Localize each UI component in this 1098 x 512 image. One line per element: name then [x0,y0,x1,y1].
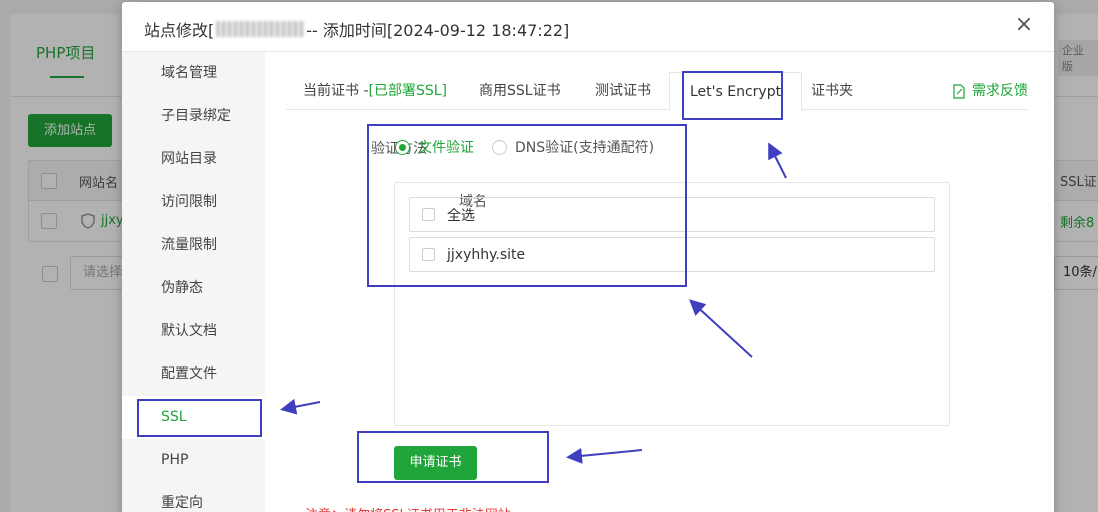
feedback-label: 需求反馈 [972,83,1028,99]
apply-cert-button[interactable]: 申请证书 [394,446,477,480]
tab-current-cert-label: 当前证书 - [303,83,369,99]
domain-item[interactable]: jjxyhhy.site [409,237,935,272]
dns-verify-label: DNS验证(支持通配符) [515,140,655,156]
sidebar-item-config[interactable]: 配置文件 [122,353,265,396]
edit-icon [953,83,965,99]
tab-test-cert[interactable]: 测试证书 [595,72,651,110]
verify-method-radios: 文件验证 DNS验证(支持通配符) [395,137,672,157]
sidebar-item-access-limit[interactable]: 访问限制 [122,181,265,224]
domain-list: 全选 jjxyhhy.site [394,182,950,426]
sidebar-item-php[interactable]: PHP [122,439,265,482]
ssl-content: 当前证书 -[已部署SSL] 商用SSL证书 测试证书 Let's Encryp… [265,52,1054,512]
sidebar-item-site-dir[interactable]: 网站目录 [122,138,265,181]
checkbox[interactable] [422,208,435,221]
sidebar-item-traffic-limit[interactable]: 流量限制 [122,224,265,267]
sidebar-item-rewrite[interactable]: 伪静态 [122,267,265,310]
select-all-label: 全选 [447,207,475,224]
sidebar-item-domain[interactable]: 域名管理 [122,52,265,95]
modal-header: 站点修改[ -- 添加时间[2024-09-12 18:47:22] × [122,2,1054,52]
sidebar-item-subdir[interactable]: 子目录绑定 [122,95,265,138]
modal-title: 站点修改[ -- 添加时间[2024-09-12 18:47:22] [144,17,569,41]
radio-dot [492,139,507,155]
tab-current-cert[interactable]: 当前证书 -[已部署SSL] [303,72,447,110]
tab-cert-folder[interactable]: 证书夹 [811,72,853,110]
sidebar-item-redirect[interactable]: 重定向 [122,482,265,512]
ssl-deployed-status: [已部署SSL] [368,83,448,99]
file-verify-label: 文件验证 [418,140,474,156]
modal-sidebar: 域名管理 子目录绑定 网站目录 访问限制 流量限制 伪静态 默认文档 配置文件 … [122,52,265,512]
feedback-link[interactable]: 需求反馈 [952,72,1028,110]
warning-note: 注意：请勿将SSL证书用于非法网站 [305,504,511,512]
domain-name: jjxyhhy.site [447,246,526,263]
ssl-tabs: 当前证书 -[已部署SSL] 商用SSL证书 测试证书 Let's Encryp… [286,72,1028,111]
domain-select-all[interactable]: 全选 [409,197,935,232]
sidebar-item-default-doc[interactable]: 默认文档 [122,310,265,353]
sidebar-item-ssl[interactable]: SSL [122,396,265,439]
radio-file-verify[interactable]: 文件验证 [395,137,474,157]
title-suffix: -- 添加时间[2024-09-12 18:47:22] [306,21,570,40]
redacted-site-name [216,21,305,37]
radio-dot [395,139,410,155]
close-icon[interactable]: × [1012,14,1036,38]
tab-lets-encrypt[interactable]: Let's Encrypt [669,72,803,111]
checkbox[interactable] [422,248,435,261]
radio-dns-verify[interactable]: DNS验证(支持通配符) [492,137,654,157]
title-prefix: 站点修改[ [144,21,215,40]
tab-commercial-ssl[interactable]: 商用SSL证书 [479,72,561,110]
site-edit-modal: 站点修改[ -- 添加时间[2024-09-12 18:47:22] × 域名管… [122,2,1054,512]
